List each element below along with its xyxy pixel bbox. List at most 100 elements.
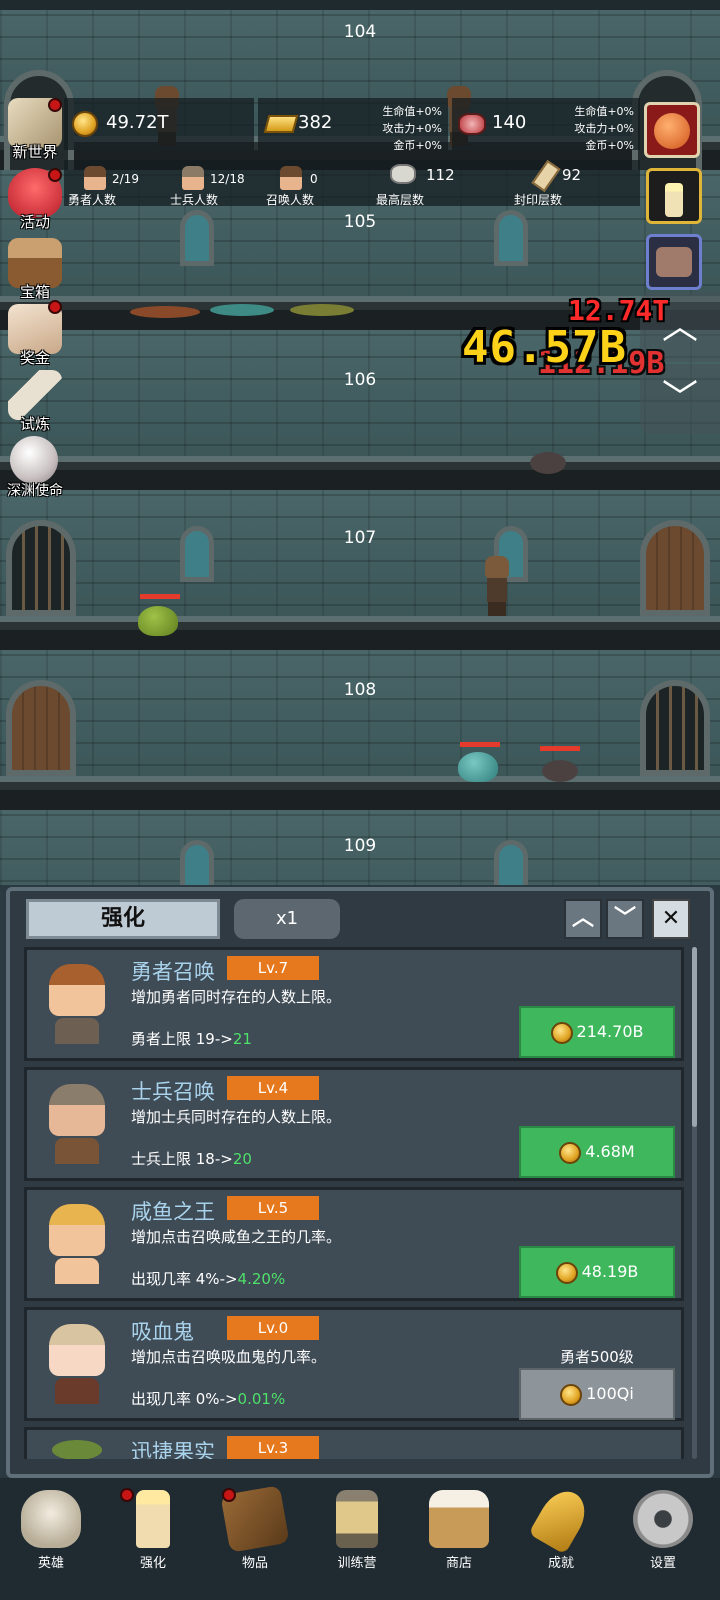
buy-button[interactable]: 4.68M	[519, 1126, 675, 1178]
side-btn-abyss[interactable]: 深渊使命	[0, 432, 70, 502]
tab-upgrade[interactable]: 强化	[26, 899, 220, 939]
upgrade-desc: 增加点击召唤咸鱼之王的几率。	[131, 1228, 342, 1246]
level-badge: Lv.7	[227, 956, 319, 980]
buy-button[interactable]: 48.19B	[519, 1246, 675, 1298]
side-btn-chest[interactable]: 宝箱	[0, 234, 70, 304]
hero-portrait	[39, 964, 115, 1046]
atk-bonus: 攻击力+0%	[382, 122, 442, 135]
soldier-face-icon	[182, 166, 204, 190]
window	[494, 210, 528, 266]
hero-count-label: 勇者人数	[68, 193, 117, 207]
green-slime-enemy[interactable]	[138, 606, 178, 636]
close-button[interactable]: ✕	[652, 899, 690, 939]
nav-shop[interactable]: 商店	[408, 1478, 510, 1600]
upgrade-stat: 勇者上限 19->21	[131, 1030, 252, 1048]
gold-bar-icon	[263, 115, 299, 133]
nav-training-camp[interactable]: 训练营	[306, 1478, 408, 1600]
enemy-hp-bar	[140, 594, 180, 599]
bonus-stats-left: 生命值+0% 攻击力+0% 金币+0%	[372, 103, 442, 154]
nav-achievements[interactable]: 成就	[510, 1478, 612, 1600]
nav-upgrade[interactable]: 强化	[102, 1478, 204, 1600]
scrollbar-thumb[interactable]	[692, 947, 697, 1127]
nav-label: 英雄	[37, 1556, 64, 1571]
panel-expand-button[interactable]: ︿	[564, 899, 602, 939]
side-btn-trial[interactable]: 试炼	[0, 366, 70, 436]
enemy-hp-bar	[540, 746, 580, 751]
upgrade-card-vampire: 吸血鬼 Lv.0 增加点击召唤吸血鬼的几率。 出现几率 0%->0.01% 勇者…	[24, 1307, 684, 1421]
level-badge: Lv.5	[227, 1196, 319, 1220]
blue-slime-enemy[interactable]	[458, 752, 498, 782]
window	[180, 210, 214, 266]
nav-settings[interactable]: 设置	[612, 1478, 714, 1600]
barred-door	[6, 520, 76, 616]
side-label: 新世界	[12, 143, 58, 161]
nav-heroes[interactable]: 英雄	[0, 1478, 102, 1600]
nav-label: 物品	[241, 1556, 268, 1571]
upgrade-name: 勇者召唤	[131, 960, 215, 984]
gold-coin-icon	[550, 1021, 573, 1044]
requirement-label: 勇者500级	[560, 1348, 634, 1366]
side-label: 深渊使命	[7, 483, 63, 499]
floor-number: 107	[343, 528, 377, 548]
window	[180, 526, 214, 582]
upgrade-list[interactable]: 勇者召唤 Lv.7 增加勇者同时存在的人数上限。 勇者上限 19->21 214…	[24, 947, 686, 1459]
salted-fish-king-portrait	[39, 1204, 115, 1286]
nav-label: 商店	[445, 1556, 472, 1571]
max-floor-value: 112	[426, 166, 455, 184]
sealed-floor-label: 封印层数	[514, 193, 563, 207]
scroll-item-button[interactable]	[646, 234, 702, 290]
buy-button-locked[interactable]: 100Qi	[519, 1368, 675, 1420]
gold-bonus: 金币+0%	[585, 139, 634, 152]
hero-unit	[484, 556, 510, 616]
nav-items[interactable]: 物品	[204, 1478, 306, 1600]
upgrade-stat: 出现几率 4%->4.20%	[131, 1270, 286, 1288]
wooden-door	[640, 520, 710, 616]
candle-item-button[interactable]	[646, 168, 702, 224]
side-label: 奖金	[19, 349, 50, 367]
apple-icon	[654, 113, 690, 149]
meat-icon	[458, 113, 486, 135]
nav-label: 强化	[139, 1556, 166, 1571]
spider-enemy[interactable]	[542, 760, 578, 782]
upgrade-card-swift-fruit: 迅捷果实 Lv.3	[24, 1427, 684, 1459]
nav-label: 训练营	[337, 1556, 377, 1571]
summon-face-icon	[280, 166, 302, 190]
gear-icon	[633, 1490, 693, 1548]
buy-button[interactable]: 214.70B	[519, 1006, 675, 1058]
list-scrollbar[interactable]	[692, 947, 697, 1459]
upgrade-name: 迅捷果实	[131, 1440, 215, 1459]
side-btn-bonus[interactable]: 奖金	[0, 300, 70, 370]
soldier-portrait	[39, 1084, 115, 1166]
atk-bonus: 攻击力+0%	[574, 122, 634, 135]
upgrade-desc: 增加勇者同时存在的人数上限。	[131, 988, 342, 1006]
side-btn-new-world[interactable]: 新世界	[0, 94, 70, 164]
side-label: 宝箱	[19, 283, 50, 301]
upgrade-stat: 士兵上限 18->20	[131, 1150, 252, 1168]
skull-icon	[21, 1490, 81, 1548]
gold-coin-icon	[72, 111, 98, 137]
side-label: 活动	[19, 213, 50, 231]
hp-bonus: 生命值+0%	[574, 105, 634, 118]
gold-panel: 49.72T	[64, 98, 254, 150]
summon-count-value: 0	[310, 172, 318, 186]
upgrade-card-salted-fish-king: 咸鱼之王 Lv.5 增加点击召唤咸鱼之王的几率。 出现几率 4%->4.20% …	[24, 1187, 684, 1301]
soldier-count-label: 士兵人数	[170, 193, 219, 207]
side-btn-event[interactable]: 活动	[0, 164, 70, 234]
panel-collapse-button[interactable]: ﹀	[606, 899, 644, 939]
pearl-icon	[10, 436, 58, 484]
vampire-portrait	[39, 1324, 115, 1406]
hero-count-value: 2/19	[112, 172, 139, 186]
floor-number: 109	[343, 836, 377, 856]
nav-label: 成就	[547, 1556, 574, 1571]
cost-label: 4.68M	[585, 1142, 635, 1161]
count-panel: 2/19 勇者人数 12/18 士兵人数 0 召唤人数 112 最高层数 92 …	[64, 159, 640, 207]
multiplier-button[interactable]: x1	[234, 899, 340, 939]
slime-splat	[210, 304, 274, 316]
gold-amount: 49.72T	[106, 112, 169, 133]
candle-icon	[136, 1490, 170, 1548]
apple-item-button[interactable]	[644, 102, 700, 158]
slime-splat	[290, 304, 354, 316]
spider-corpse	[530, 452, 566, 474]
notification-dot	[48, 168, 62, 182]
floor-number: 105	[343, 212, 377, 232]
